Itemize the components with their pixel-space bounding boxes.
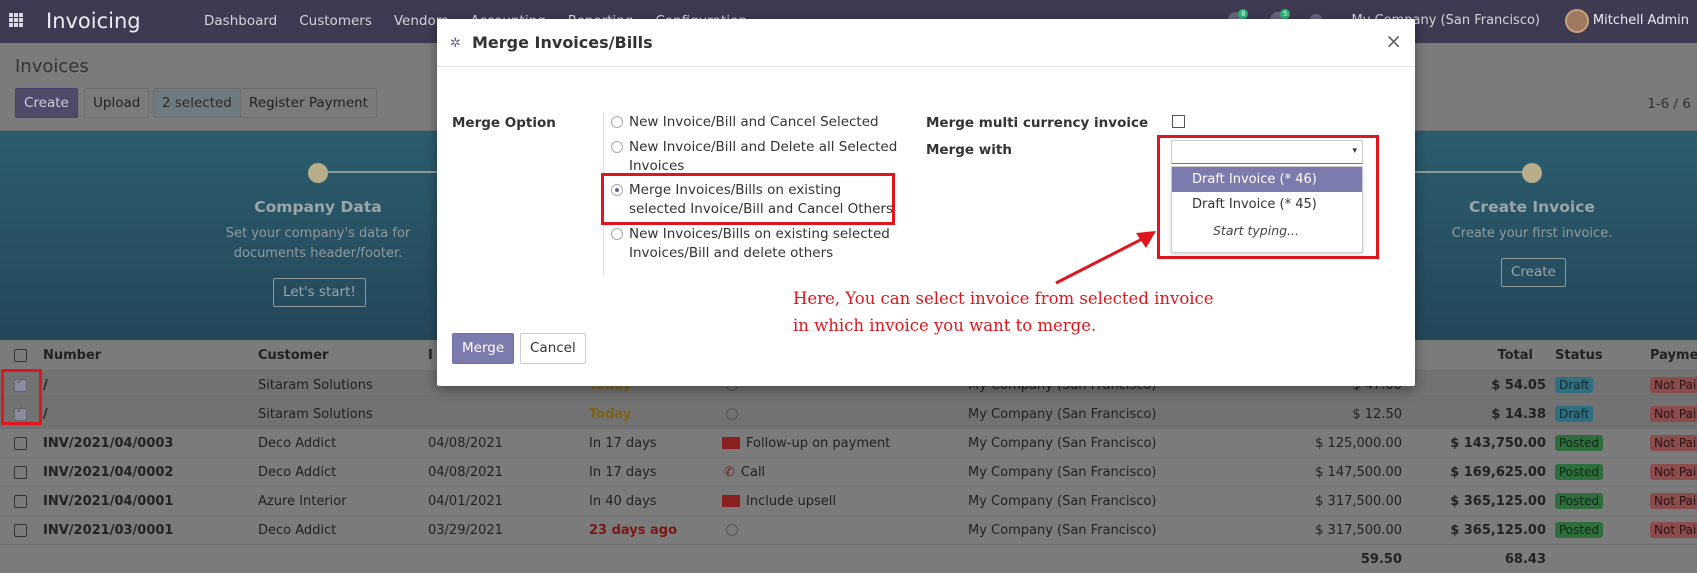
annotation-note: Here, You can select invoice from select… bbox=[793, 285, 1313, 339]
annotation-line: Here, You can select invoice from select… bbox=[793, 289, 1214, 308]
annotation-line: in which invoice you want to merge. bbox=[793, 316, 1097, 335]
